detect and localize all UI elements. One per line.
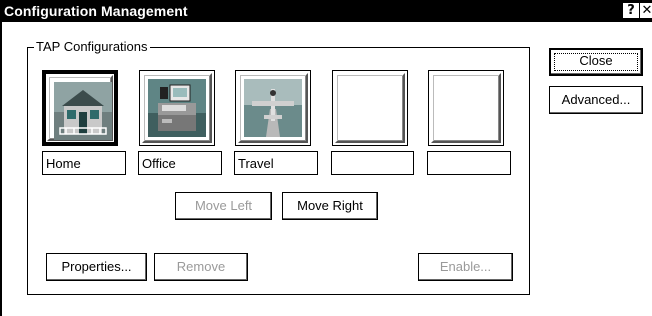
config-name-field-travel[interactable]: Travel (234, 151, 318, 175)
config-tile-travel[interactable] (235, 70, 311, 146)
move-left-button[interactable]: Move Left (175, 192, 272, 220)
properties-button[interactable]: Properties... (46, 253, 147, 281)
config-tile-empty-2[interactable] (428, 70, 504, 146)
window-title: Configuration Management (4, 3, 188, 19)
enable-button[interactable]: Enable... (418, 253, 513, 281)
config-name-field-home[interactable]: Home (42, 151, 126, 175)
house-icon (54, 82, 112, 140)
tile-frame (431, 73, 501, 143)
close-button[interactable]: Close (549, 48, 643, 76)
group-label: TAP Configurations (34, 39, 150, 54)
move-right-button[interactable]: Move Right (282, 192, 378, 220)
config-tile-home[interactable] (42, 70, 118, 146)
remove-button[interactable]: Remove (154, 253, 248, 281)
close-window-button[interactable]: ✕ (640, 3, 652, 18)
help-button[interactable]: ? (623, 3, 639, 18)
config-tile-empty-1[interactable] (332, 70, 408, 146)
tile-frame (335, 73, 405, 143)
office-desk-icon (148, 79, 206, 137)
config-tile-office[interactable] (139, 70, 215, 146)
config-name-field-office[interactable]: Office (138, 151, 222, 175)
title-bar[interactable]: Configuration Management ? ✕ (2, 0, 652, 22)
configuration-management-dialog: Configuration Management ? ✕ TAP Configu… (0, 0, 652, 316)
config-name-field-5[interactable] (427, 151, 511, 175)
airplane-icon (244, 79, 302, 137)
advanced-button[interactable]: Advanced... (549, 86, 643, 114)
focus-rectangle (554, 53, 638, 71)
config-name-field-4[interactable] (331, 151, 414, 175)
